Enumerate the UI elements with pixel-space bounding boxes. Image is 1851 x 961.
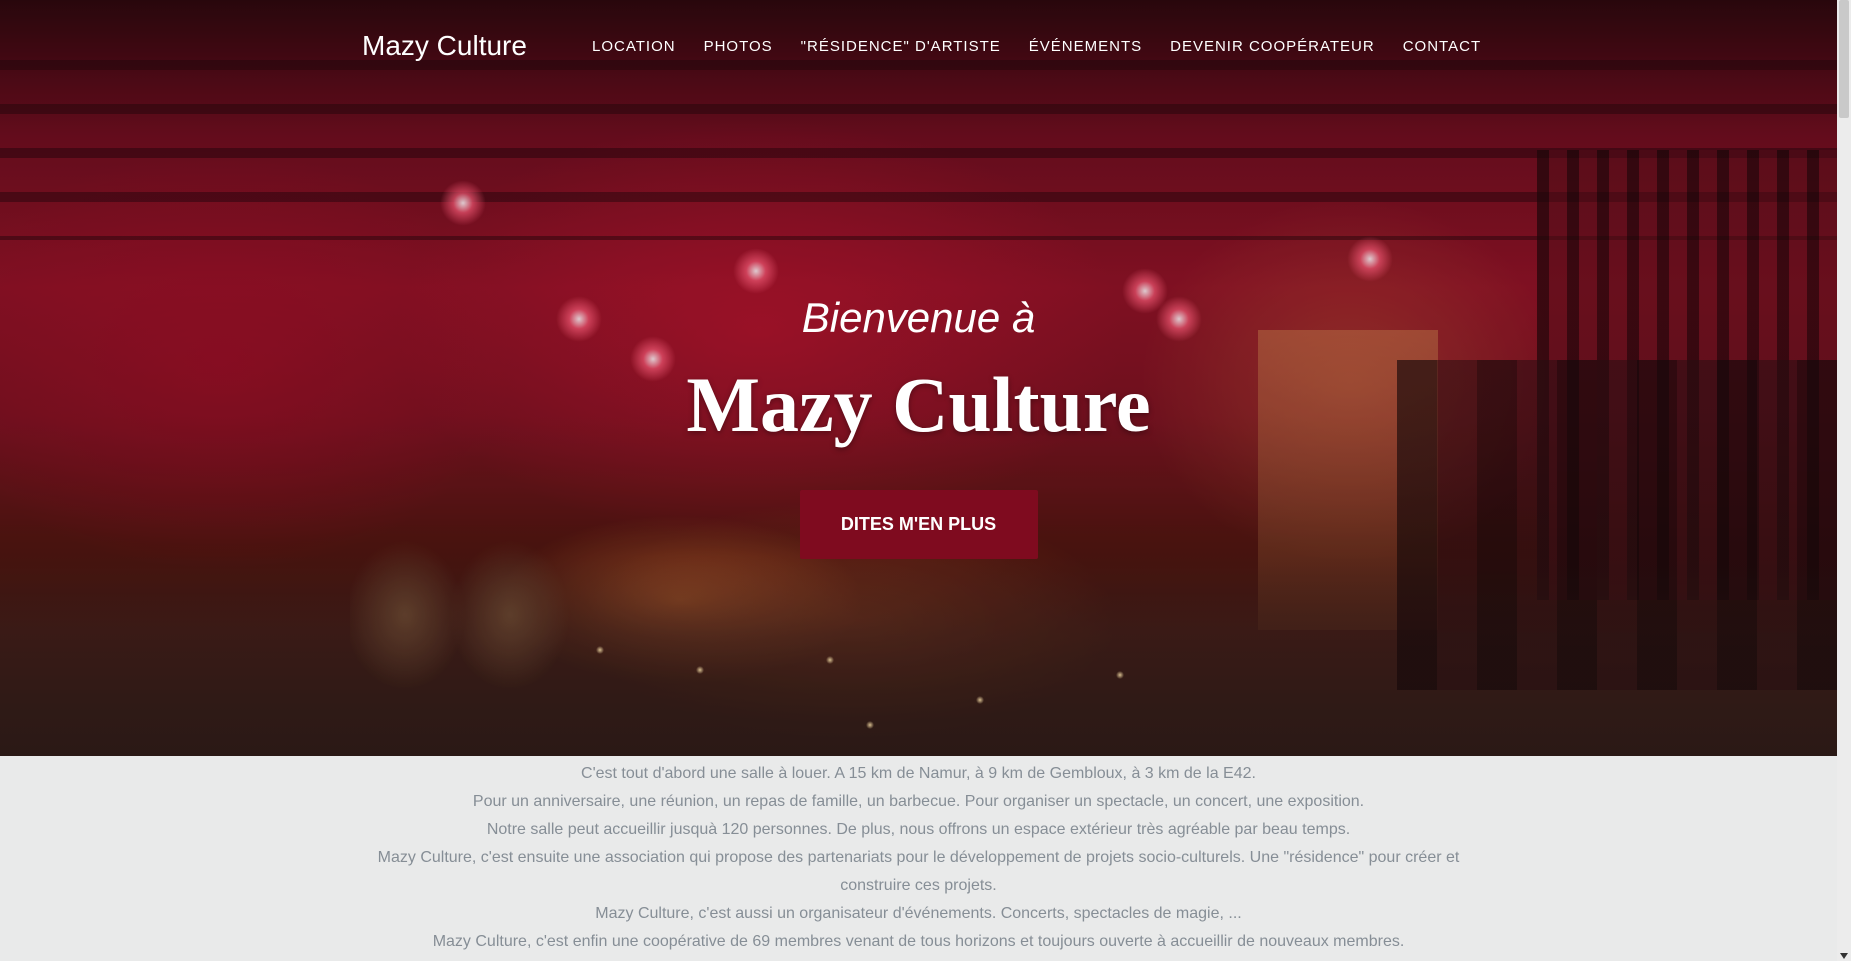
nav-link-evenements[interactable]: ÉVÉNEMENTS	[1015, 38, 1142, 55]
nav-link-photos[interactable]: PHOTOS	[690, 38, 773, 55]
nav-menu: LOCATION PHOTOS "RÉSIDENCE" D'ARTISTE ÉV…	[578, 38, 1481, 55]
nav-link-devenir-cooperateur[interactable]: DEVENIR COOPÉRATEUR	[1156, 38, 1375, 55]
nav-item-photos: PHOTOS	[690, 38, 773, 55]
nav-item-location: LOCATION	[578, 38, 676, 55]
about-paragraph: Mazy Culture, c'est ensuite une associat…	[377, 849, 1460, 894]
main-navbar: Mazy Culture LOCATION PHOTOS "RÉSIDENCE"…	[0, 0, 1837, 96]
about-paragraph: Pour un anniversaire, une réunion, un re…	[472, 793, 1365, 810]
hero-text: Bienvenue à Mazy Culture DITES M'EN PLUS	[0, 290, 1837, 559]
about-paragraph: Mazy Culture, c'est enfin une coopérativ…	[432, 933, 1405, 950]
scrollbar-thumb[interactable]	[1839, 0, 1849, 118]
nav-link-location[interactable]: LOCATION	[578, 38, 676, 55]
page-scrollbar[interactable]	[1837, 0, 1851, 961]
page: Mazy Culture LOCATION PHOTOS "RÉSIDENCE"…	[0, 0, 1851, 961]
hero-heading: Mazy Culture	[686, 361, 1151, 448]
nav-link-residence[interactable]: "RÉSIDENCE" D'ARTISTE	[787, 38, 1001, 55]
nav-item-residence: "RÉSIDENCE" D'ARTISTE	[787, 38, 1001, 55]
nav-item-contact: CONTACT	[1389, 38, 1481, 55]
tell-me-more-button[interactable]: DITES M'EN PLUS	[799, 490, 1038, 559]
about-text-container: C'est tout d'abord une salle à louer. A …	[364, 756, 1474, 956]
about-paragraph: C'est tout d'abord une salle à louer. A …	[581, 765, 1256, 782]
about-paragraph: Notre salle peut accueillir jusquà 120 p…	[486, 821, 1351, 838]
about-paragraph: Mazy Culture, c'est aussi un organisateu…	[595, 905, 1242, 922]
hero-section: Mazy Culture LOCATION PHOTOS "RÉSIDENCE"…	[0, 0, 1837, 756]
scroll-down-arrow-icon[interactable]	[1840, 953, 1848, 959]
nav-link-contact[interactable]: CONTACT	[1389, 38, 1481, 55]
brand-logo-link[interactable]: Mazy Culture	[362, 30, 527, 62]
about-section: C'est tout d'abord une salle à louer. A …	[0, 756, 1837, 961]
nav-item-evenements: ÉVÉNEMENTS	[1015, 38, 1142, 55]
hero-lead-text: Bienvenue à	[801, 294, 1036, 341]
nav-item-cooperateur: DEVENIR COOPÉRATEUR	[1156, 38, 1375, 55]
